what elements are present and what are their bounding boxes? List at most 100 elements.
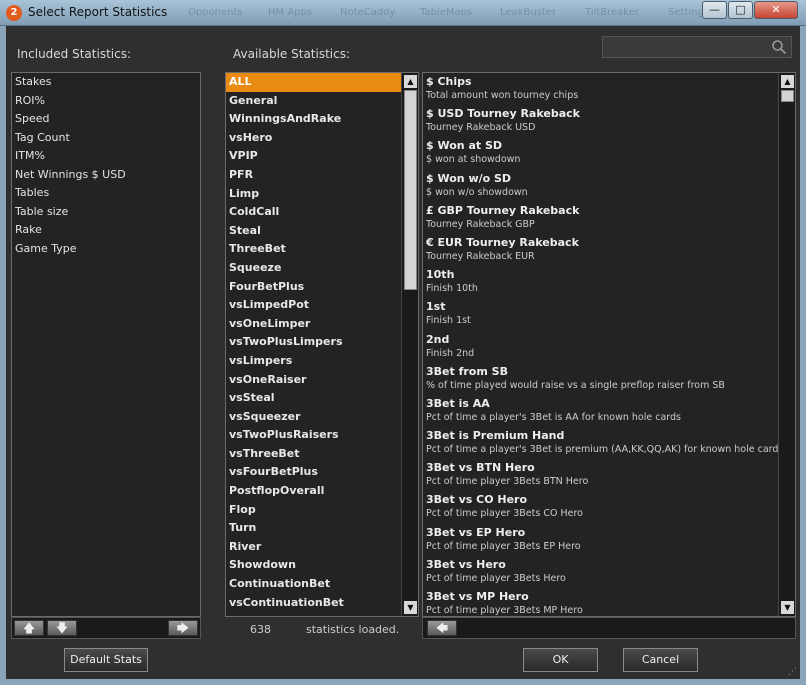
move-down-button[interactable]: 🡇 <box>47 620 77 636</box>
statistic-item[interactable]: £ GBP Tourney Rakeback Tourney Rakeback G… <box>423 202 778 234</box>
background-tab: HM Apps <box>268 7 313 18</box>
included-stat-item[interactable]: Speed <box>12 110 200 129</box>
available-stat-category[interactable]: FourBetPlus <box>226 278 401 297</box>
statistic-item[interactable]: 3Bet vs EP Hero Pct of time player 3Bets … <box>423 524 778 556</box>
included-stat-item[interactable]: ROI% <box>12 92 200 111</box>
scroll-up-icon[interactable]: ▲ <box>404 75 417 88</box>
available-stat-category[interactable]: vsOneRaiser <box>226 371 401 390</box>
statistic-description: Pct of time a player's 3Bet is premium (… <box>426 444 784 456</box>
included-stat-item[interactable]: Stakes <box>12 73 200 92</box>
background-tab: NoteCaddy <box>340 7 396 18</box>
statistic-item[interactable]: 1st Finish 1st <box>423 298 778 330</box>
remove-left-arrow-button[interactable]: 🡄 <box>427 620 457 636</box>
statistic-item[interactable]: 3Bet vs MP Hero Pct of time player 3Bets … <box>423 588 778 616</box>
available-stat-category[interactable]: Steal <box>226 222 401 241</box>
available-stat-category[interactable]: Flop <box>226 501 401 520</box>
available-stat-category[interactable]: General <box>226 92 401 111</box>
available-stat-category[interactable]: vsOneLimper <box>226 315 401 334</box>
available-stat-category[interactable]: PFR <box>226 166 401 185</box>
statistic-item[interactable]: $ Won at SD $ won at showdown <box>423 137 778 169</box>
statistic-name: 10th <box>426 268 455 282</box>
included-stat-item[interactable]: Rake <box>12 221 200 240</box>
statistic-name: $ Chips <box>426 75 472 88</box>
available-stat-category[interactable]: Limp <box>226 185 401 204</box>
scroll-thumb[interactable] <box>404 90 417 290</box>
included-stat-item[interactable]: Table size <box>12 203 200 222</box>
maximize-button[interactable]: □ <box>728 1 753 19</box>
statistic-item[interactable]: 3Bet is Premium Hand Pct of time a player… <box>423 427 784 459</box>
resize-grip-icon[interactable]: ⋰ <box>788 667 798 677</box>
available-stat-category[interactable]: ALL <box>226 73 401 92</box>
available-stat-category[interactable]: Squeeze <box>226 259 401 278</box>
statistic-item[interactable]: $ Won w/o SD $ won w/o showdown <box>423 170 778 202</box>
statistic-item[interactable]: 2nd Finish 2nd <box>423 331 778 363</box>
available-stat-category[interactable]: vsLimpers <box>226 352 401 371</box>
statistic-name: $ Won at SD <box>426 139 503 153</box>
available-stat-category[interactable]: vsThreeBet <box>226 445 401 464</box>
statistic-description: Pct of time player 3Bets BTN Hero <box>426 476 589 488</box>
available-stat-category[interactable]: VPIP <box>226 147 401 166</box>
available-stat-category[interactable]: vsTwoPlusRaisers <box>226 426 401 445</box>
statistic-item[interactable]: 3Bet vs Hero Pct of time player 3Bets Her… <box>423 556 778 588</box>
statistic-description: Tourney Rakeback USD <box>426 122 536 134</box>
statistic-name: 3Bet vs CO Hero <box>426 493 528 507</box>
statistic-description: Finish 1st <box>426 315 471 327</box>
close-button[interactable]: ✕ <box>754 1 798 19</box>
statistic-description: Finish 2nd <box>426 347 475 359</box>
included-stat-item[interactable]: Tables <box>12 184 200 203</box>
included-controls: 🡅 🡇 🡆 <box>11 617 201 639</box>
statistic-item[interactable]: 3Bet is AA Pct of time a player's 3Bet is… <box>423 395 778 427</box>
statistic-description: % of time played would raise vs a single… <box>426 379 725 391</box>
scroll-down-icon[interactable]: ▼ <box>781 601 794 614</box>
add-right-arrow-button[interactable]: 🡆 <box>168 620 198 636</box>
statistic-item[interactable]: 3Bet vs CO Hero Pct of time player 3Bets … <box>423 491 778 523</box>
included-statistics-list[interactable]: Stakes ROI% Speed Tag Count ITM% Net Winnings… <box>11 72 201 617</box>
included-stat-item[interactable]: Net Winnings $ USD <box>12 166 200 185</box>
minimize-button[interactable]: — <box>702 1 727 19</box>
available-scrollbar[interactable]: ▲ ▼ <box>401 73 418 616</box>
statistic-description: Tourney Rakeback GBP <box>426 218 535 230</box>
available-stat-category[interactable]: River <box>226 538 401 557</box>
ok-button[interactable]: OK <box>523 648 598 672</box>
cancel-button[interactable]: Cancel <box>623 648 698 672</box>
statistic-item[interactable]: $ Chips Total amount won tourney chips <box>423 73 778 105</box>
statistic-item[interactable]: 3Bet vs BTN Hero Pct of time player 3Bets… <box>423 459 778 491</box>
available-stat-category[interactable]: Showdown <box>226 556 401 575</box>
default-stats-button[interactable]: Default Stats <box>64 648 148 672</box>
statistic-name: 3Bet vs Hero <box>426 557 506 571</box>
available-statistics-label: Available Statistics: <box>233 47 351 61</box>
available-stat-category[interactable]: vsLimpedPot <box>226 296 401 315</box>
available-stat-category[interactable]: vsSteal <box>226 389 401 408</box>
available-stat-category[interactable]: vsContinuationBet <box>226 594 401 613</box>
included-stat-item[interactable]: ITM% <box>12 147 200 166</box>
available-stat-category[interactable]: ColdCall <box>226 203 401 222</box>
scroll-down-icon[interactable]: ▼ <box>404 601 417 614</box>
statistic-item[interactable]: 3Bet from SB% of time played would raise… <box>423 363 778 395</box>
available-stat-category[interactable]: vsFourBetPlus <box>226 463 401 482</box>
scroll-up-icon[interactable]: ▲ <box>781 75 794 88</box>
statistic-item[interactable]: $ USD Tourney Rakeback Tourney Rakeback U… <box>423 105 778 137</box>
details-scrollbar[interactable]: ▲ ▼ <box>778 73 795 616</box>
scroll-thumb[interactable] <box>781 90 794 102</box>
search-icon[interactable] <box>771 39 787 55</box>
available-stat-category[interactable]: WinningsAndRake <box>226 110 401 129</box>
included-stat-item[interactable]: Tag Count <box>12 129 200 148</box>
statistic-details-list[interactable]: $ Chips Total amount won tourney chips $ U… <box>422 72 796 617</box>
statistics-count: 638 <box>250 623 271 636</box>
available-stat-category[interactable]: vsTwoPlusLimpers <box>226 333 401 352</box>
statistic-description: Pct of time player 3Bets MP Hero <box>426 605 583 616</box>
move-up-button[interactable]: 🡅 <box>14 620 44 636</box>
available-stat-category[interactable]: vsSqueezer <box>226 408 401 427</box>
statistic-item[interactable]: € EUR Tourney Rakeback Tourney Rakeback E… <box>423 234 778 266</box>
statistic-description: Total amount won tourney chips <box>426 90 579 101</box>
available-stat-category[interactable]: PostflopOverall <box>226 482 401 501</box>
available-stat-category[interactable]: vsHero <box>226 129 401 148</box>
included-stat-item[interactable]: Game Type <box>12 240 200 259</box>
available-stat-category[interactable]: ThreeBet <box>226 240 401 259</box>
available-stat-category[interactable]: ContinuationBet <box>226 575 401 594</box>
available-stat-category[interactable]: Turn <box>226 519 401 538</box>
statistic-item[interactable]: 10th Finish 10th <box>423 266 778 298</box>
available-statistics-list[interactable]: ALL General WinningsAndRake vsHero VPIP PFR Li… <box>225 72 419 617</box>
included-statistics-label: Included Statistics: <box>17 47 132 61</box>
search-input[interactable] <box>602 36 792 58</box>
